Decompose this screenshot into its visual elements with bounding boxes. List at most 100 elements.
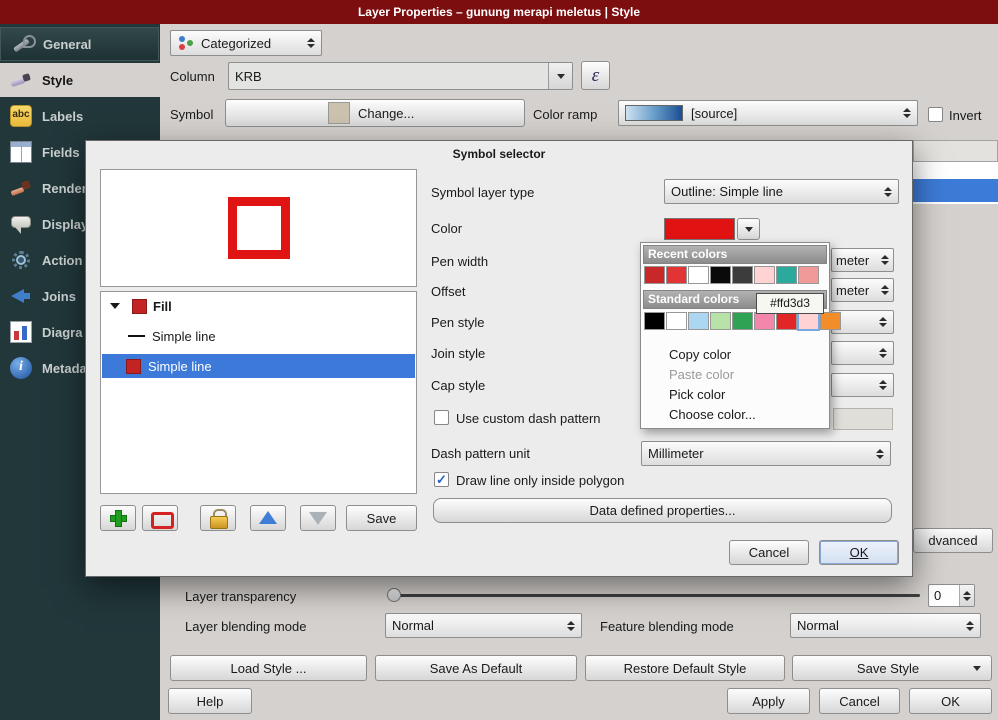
dialog-cancel-button[interactable]: Cancel <box>729 540 809 565</box>
tree-fill-label: Fill <box>153 299 172 314</box>
color-swatch[interactable] <box>820 312 841 330</box>
draw-inside-checkbox[interactable] <box>434 472 449 487</box>
spinner-arrows-icon[interactable] <box>959 585 974 606</box>
advanced-button[interactable]: dvanced <box>913 528 993 553</box>
color-swatch[interactable] <box>798 312 819 330</box>
tree-row-fill[interactable]: Fill <box>102 294 415 318</box>
layer-blending-select[interactable]: Normal <box>385 613 582 638</box>
transparency-spinbox[interactable]: 0 <box>928 584 975 607</box>
recent-colors-row <box>644 266 820 286</box>
tree-row-simple-line-2[interactable]: Simple line <box>102 354 415 378</box>
color-swatch[interactable] <box>644 266 665 284</box>
column-select[interactable]: KRB <box>228 62 573 90</box>
join-style-select-fragment[interactable] <box>831 341 894 365</box>
color-swatch[interactable] <box>666 266 687 284</box>
symbol-preview-swatch <box>328 102 350 124</box>
color-ramp-select[interactable]: [source] <box>618 100 918 126</box>
color-swatch[interactable] <box>798 266 819 284</box>
invert-label: Invert <box>949 108 982 123</box>
combo-arrows-icon <box>960 621 974 631</box>
renderer-select[interactable]: Categorized <box>170 30 322 56</box>
tree-line2-label: Simple line <box>148 359 212 374</box>
cancel-button[interactable]: Cancel <box>819 688 900 714</box>
draw-inside-label: Draw line only inside polygon <box>456 473 624 488</box>
apply-button[interactable]: Apply <box>727 688 810 714</box>
dialog-title: Symbol selector <box>86 147 912 161</box>
save-symbol-label: Save <box>367 511 397 526</box>
move-up-button[interactable] <box>250 505 286 531</box>
pen-width-unit-select[interactable]: meter <box>831 248 894 272</box>
color-swatch[interactable] <box>732 266 753 284</box>
tree-row-simple-line-1[interactable]: Simple line <box>102 324 415 348</box>
expression-button[interactable]: ε <box>581 61 610 90</box>
sidebar-item-style[interactable]: Style <box>0 63 160 97</box>
color-swatch[interactable] <box>732 312 753 330</box>
color-swatch[interactable] <box>754 312 775 330</box>
restore-default-style-button[interactable]: Restore Default Style <box>585 655 785 681</box>
dash-pattern-unit-label: Dash pattern unit <box>431 446 530 461</box>
color-swatch[interactable] <box>710 312 731 330</box>
color-swatch[interactable] <box>688 312 709 330</box>
color-swatch[interactable] <box>688 266 709 284</box>
offset-unit-select[interactable]: meter <box>831 278 894 302</box>
color-swatch[interactable] <box>710 266 731 284</box>
change-symbol-button[interactable]: Change... <box>225 99 525 127</box>
table-icon <box>10 141 32 163</box>
combo-arrows-icon <box>873 380 887 390</box>
symbol-label: Symbol <box>170 107 213 122</box>
dropdown-arrow-icon[interactable] <box>548 63 572 89</box>
sidebar-item-label: Render <box>42 181 87 196</box>
line-symbol-icon <box>128 335 145 337</box>
sidebar-item-general[interactable]: General <box>0 27 159 61</box>
use-custom-dash-checkbox[interactable] <box>434 410 449 425</box>
lock-layer-button[interactable] <box>200 505 236 531</box>
color-swatch[interactable] <box>754 266 775 284</box>
sidebar-item-label: General <box>43 37 91 52</box>
help-button[interactable]: Help <box>168 688 252 714</box>
menu-item-choose-color[interactable]: Choose color... <box>643 405 827 425</box>
window-titlebar[interactable]: Layer Properties – gunung merapi meletus… <box>0 0 998 24</box>
color-swatch[interactable] <box>666 312 687 330</box>
minus-icon <box>149 507 171 529</box>
data-defined-properties-button[interactable]: Data defined properties... <box>433 498 892 523</box>
color-swatch[interactable] <box>776 312 797 330</box>
transparency-value: 0 <box>934 588 941 603</box>
selected-class-row-fragment[interactable] <box>913 179 998 202</box>
dialog-ok-button[interactable]: OK <box>819 540 899 565</box>
load-style-button[interactable]: Load Style ... <box>170 655 367 681</box>
save-symbol-button[interactable]: Save <box>346 505 417 531</box>
dash-pattern-unit-select[interactable]: Millimeter <box>641 441 891 466</box>
sidebar-item-label: Labels <box>42 109 83 124</box>
dash-pattern-field-fragment <box>833 408 893 430</box>
dropdown-arrow-icon <box>973 666 981 671</box>
color-dropdown-button[interactable] <box>737 218 760 240</box>
save-as-default-button[interactable]: Save As Default <box>375 655 577 681</box>
ok-button[interactable]: OK <box>909 688 992 714</box>
color-hex-tooltip: #ffd3d3 <box>756 293 824 314</box>
expander-icon[interactable] <box>110 303 120 309</box>
dialog-ok-label: OK <box>850 545 869 560</box>
transparency-slider-track[interactable] <box>387 594 920 597</box>
remove-symbol-layer-button[interactable] <box>142 505 178 531</box>
red-outline-symbol <box>228 197 290 259</box>
transparency-slider-handle[interactable] <box>387 588 401 602</box>
color-swatch[interactable] <box>644 312 665 330</box>
save-style-button[interactable]: Save Style <box>792 655 992 681</box>
color-button[interactable] <box>664 218 735 240</box>
invert-checkbox[interactable] <box>928 107 943 122</box>
symbol-layer-type-select[interactable]: Outline: Simple line <box>664 179 899 204</box>
categorized-icon <box>177 35 194 52</box>
menu-item-pick-color[interactable]: Pick color <box>643 385 827 405</box>
up-arrow-icon <box>257 507 279 529</box>
sidebar-item-label: Diagra <box>42 325 82 340</box>
sidebar-item-labels[interactable]: Labels <box>0 99 160 133</box>
move-down-button[interactable] <box>300 505 336 531</box>
feature-blending-select[interactable]: Normal <box>790 613 981 638</box>
layer-blending-label: Layer blending mode <box>185 619 306 634</box>
menu-item-copy-color[interactable]: Copy color <box>643 345 827 365</box>
add-symbol-layer-button[interactable] <box>100 505 136 531</box>
cap-style-select-fragment[interactable] <box>831 373 894 397</box>
fill-symbol-icon <box>132 299 147 314</box>
down-arrow-icon <box>307 507 329 529</box>
color-swatch[interactable] <box>776 266 797 284</box>
